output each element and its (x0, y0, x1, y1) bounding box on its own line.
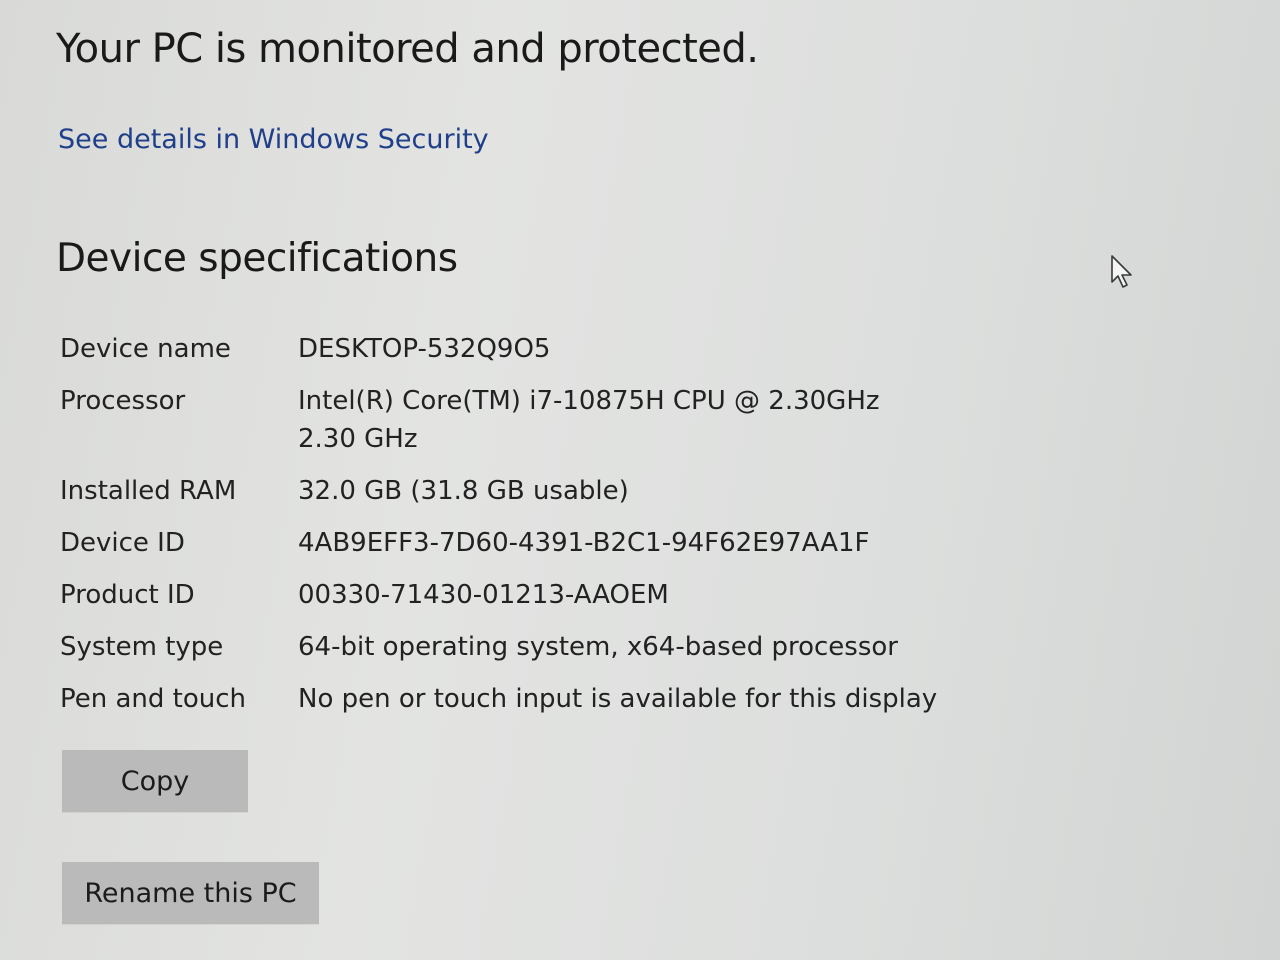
spec-value: DESKTOP-532Q9O5 (298, 334, 551, 364)
security-status-heading: Your PC is monitored and protected. (56, 26, 759, 72)
spec-row-system-type: System type 64-bit operating system, x64… (60, 628, 960, 666)
spec-label: Device ID (60, 528, 185, 558)
spec-label: Pen and touch (60, 684, 247, 714)
spec-label: Product ID (60, 580, 195, 610)
spec-value: 00330-71430-01213-AAOEM (298, 580, 669, 610)
spec-row-pen-and-touch: Pen and touch No pen or touch input is a… (60, 680, 960, 718)
spec-label: Processor (60, 386, 186, 416)
windows-security-link[interactable]: See details in Windows Security (58, 124, 489, 155)
spec-row-product-id: Product ID 00330-71430-01213-AAOEM (60, 576, 960, 614)
spec-value: 64-bit operating system, x64-based proce… (298, 632, 898, 662)
device-specifications-heading: Device specifications (56, 236, 458, 281)
spec-label: Device name (60, 334, 231, 364)
mouse-pointer-icon (1111, 255, 1132, 288)
spec-row-processor: Processor Intel(R) Core(TM) i7-10875H CP… (60, 382, 960, 458)
spec-label: Installed RAM (60, 476, 237, 506)
spec-value: No pen or touch input is available for t… (298, 684, 938, 714)
device-specs-table: Device name DESKTOP-532Q9O5 Processor In… (60, 330, 960, 732)
spec-value: Intel(R) Core(TM) i7-10875H CPU @ 2.30GH… (298, 386, 905, 454)
rename-pc-button[interactable]: Rename this PC (62, 862, 319, 924)
spec-value: 32.0 GB (31.8 GB usable) (298, 476, 629, 506)
spec-row-device-name: Device name DESKTOP-532Q9O5 (60, 330, 960, 368)
spec-value: 4AB9EFF3-7D60-4391-B2C1-94F62E97AA1F (298, 528, 870, 558)
spec-label: System type (60, 632, 224, 662)
spec-row-device-id: Device ID 4AB9EFF3-7D60-4391-B2C1-94F62E… (60, 524, 960, 562)
copy-button[interactable]: Copy (62, 750, 248, 812)
spec-row-installed-ram: Installed RAM 32.0 GB (31.8 GB usable) (60, 472, 960, 510)
